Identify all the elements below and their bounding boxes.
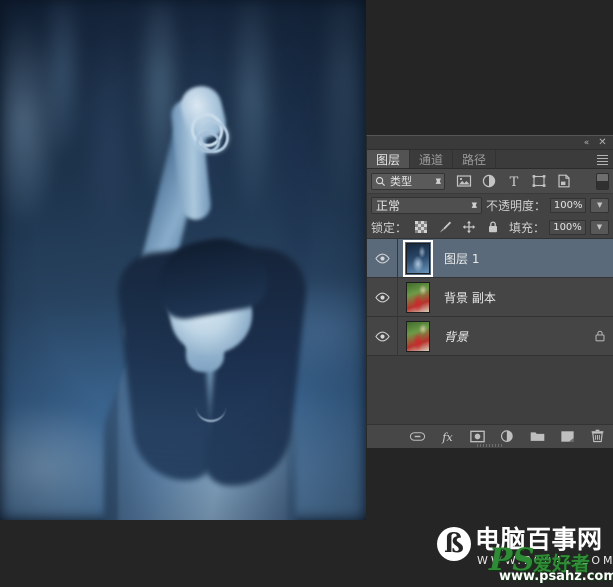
lock-icon-group bbox=[414, 220, 500, 234]
layer-thumbnail-wrap[interactable] bbox=[402, 281, 434, 314]
image-canvas[interactable] bbox=[0, 0, 366, 520]
filter-smart-object-icon[interactable] bbox=[556, 173, 572, 189]
panel-menu-icon[interactable] bbox=[594, 153, 610, 166]
fill-value[interactable]: 100% bbox=[549, 219, 586, 235]
site-title: 电脑百事网 bbox=[475, 525, 603, 554]
filter-type-value: 类型 bbox=[390, 175, 412, 188]
new-fill-adjustment-layer-button[interactable] bbox=[499, 428, 516, 445]
blend-mode-row: 正常 ▲ ▼ 不透明度： 100% ▼ bbox=[367, 194, 613, 216]
ps-watermark-text: PS bbox=[489, 542, 535, 578]
panel-resize-grip[interactable] bbox=[477, 444, 503, 447]
lock-transparent-pixels-icon[interactable] bbox=[414, 220, 428, 234]
blend-mode-select[interactable]: 正常 ▲ ▼ bbox=[371, 196, 482, 214]
panel-tab-bar: 图层 通道 路径 bbox=[367, 150, 613, 169]
eye-icon bbox=[374, 331, 390, 341]
fill-dropdown-icon[interactable]: ▼ bbox=[590, 219, 609, 235]
tab-paths[interactable]: 路径 bbox=[453, 150, 497, 168]
layer-name[interactable]: 背景 bbox=[444, 328, 593, 345]
site-url: WWW.PC841.COM bbox=[477, 554, 613, 567]
watermark-overlay: ß 电脑百事网 WWW.PC841.COM PS 爱好者 www.psahz.c… bbox=[437, 521, 613, 585]
layer-row[interactable]: 背景 副本 bbox=[367, 278, 613, 317]
layer-name[interactable]: 背景 副本 bbox=[444, 289, 607, 306]
layers-panel-footer: fx bbox=[367, 424, 613, 448]
lock-all-icon[interactable] bbox=[486, 220, 500, 234]
tab-channels[interactable]: 通道 bbox=[410, 150, 454, 168]
layer-thumbnail[interactable] bbox=[406, 320, 430, 352]
layer-thumbnail-wrap[interactable] bbox=[402, 239, 434, 277]
layer-filter-row: 类型 ▲ ▼ T bbox=[367, 169, 613, 194]
fill-label: 填充： bbox=[508, 220, 545, 235]
layer-visibility-toggle[interactable] bbox=[367, 317, 398, 355]
layer-visibility-toggle[interactable] bbox=[367, 278, 398, 316]
ps-watermark-cn-text: 爱好者 bbox=[533, 553, 591, 575]
panel-titlebar[interactable]: « ✕ bbox=[367, 136, 613, 150]
lock-image-pixels-icon[interactable] bbox=[438, 220, 452, 234]
photo-vignette bbox=[0, 0, 366, 520]
svg-text:T: T bbox=[510, 175, 519, 189]
layer-row[interactable]: 背景 bbox=[367, 317, 613, 356]
filter-shape-layers-icon[interactable] bbox=[531, 173, 547, 189]
lock-position-icon[interactable] bbox=[462, 220, 476, 234]
opacity-label: 不透明度： bbox=[486, 198, 547, 213]
collapse-double-arrow-icon[interactable]: « bbox=[580, 137, 593, 149]
layer-row[interactable]: 图层 1 bbox=[367, 239, 613, 278]
layer-thumbnail-wrap[interactable] bbox=[402, 320, 434, 353]
lock-row: 锁定： 填充： 100% ▼ bbox=[367, 216, 613, 238]
layer-style-fx-button[interactable]: fx bbox=[439, 428, 456, 445]
filter-icon-group: T bbox=[456, 173, 572, 189]
site-logo-icon: ß bbox=[437, 527, 471, 561]
search-icon bbox=[375, 176, 386, 186]
eye-icon bbox=[374, 253, 390, 263]
tab-layers[interactable]: 图层 bbox=[367, 150, 411, 168]
blend-mode-value: 正常 bbox=[376, 198, 401, 213]
filter-pixel-layers-icon[interactable] bbox=[456, 173, 472, 189]
filter-type-layers-icon[interactable]: T bbox=[506, 173, 522, 189]
layer-name[interactable]: 图层 1 bbox=[444, 250, 607, 267]
ps-watermark-url: www.psahz.com bbox=[499, 569, 613, 584]
filter-enable-toggle[interactable] bbox=[596, 172, 609, 190]
link-layers-button[interactable] bbox=[409, 428, 426, 445]
svg-text:fx: fx bbox=[441, 430, 453, 444]
delete-layer-button[interactable] bbox=[589, 428, 606, 445]
layers-panel: « ✕ 图层 通道 路径 类型 ▲ ▼ T 正常 ▲ ▼ 不透明度： 100% … bbox=[366, 135, 613, 448]
lock-label: 锁定： bbox=[371, 220, 408, 235]
layer-locked-icon bbox=[595, 330, 605, 342]
filter-adjustment-layers-icon[interactable] bbox=[481, 173, 497, 189]
layer-visibility-toggle[interactable] bbox=[367, 239, 398, 277]
eye-icon bbox=[374, 292, 390, 302]
layer-thumbnail[interactable] bbox=[406, 281, 430, 313]
new-layer-button[interactable] bbox=[559, 428, 576, 445]
add-layer-mask-button[interactable] bbox=[469, 428, 486, 445]
opacity-value[interactable]: 100% bbox=[550, 197, 587, 213]
opacity-dropdown-icon[interactable]: ▼ bbox=[590, 197, 609, 213]
layers-list[interactable]: 图层 1 背景 副本 背景 bbox=[367, 238, 613, 424]
filter-type-select[interactable]: 类型 ▲ ▼ bbox=[371, 172, 445, 190]
layer-thumbnail[interactable] bbox=[403, 239, 433, 277]
new-group-button[interactable] bbox=[529, 428, 546, 445]
close-icon[interactable]: ✕ bbox=[596, 137, 609, 149]
